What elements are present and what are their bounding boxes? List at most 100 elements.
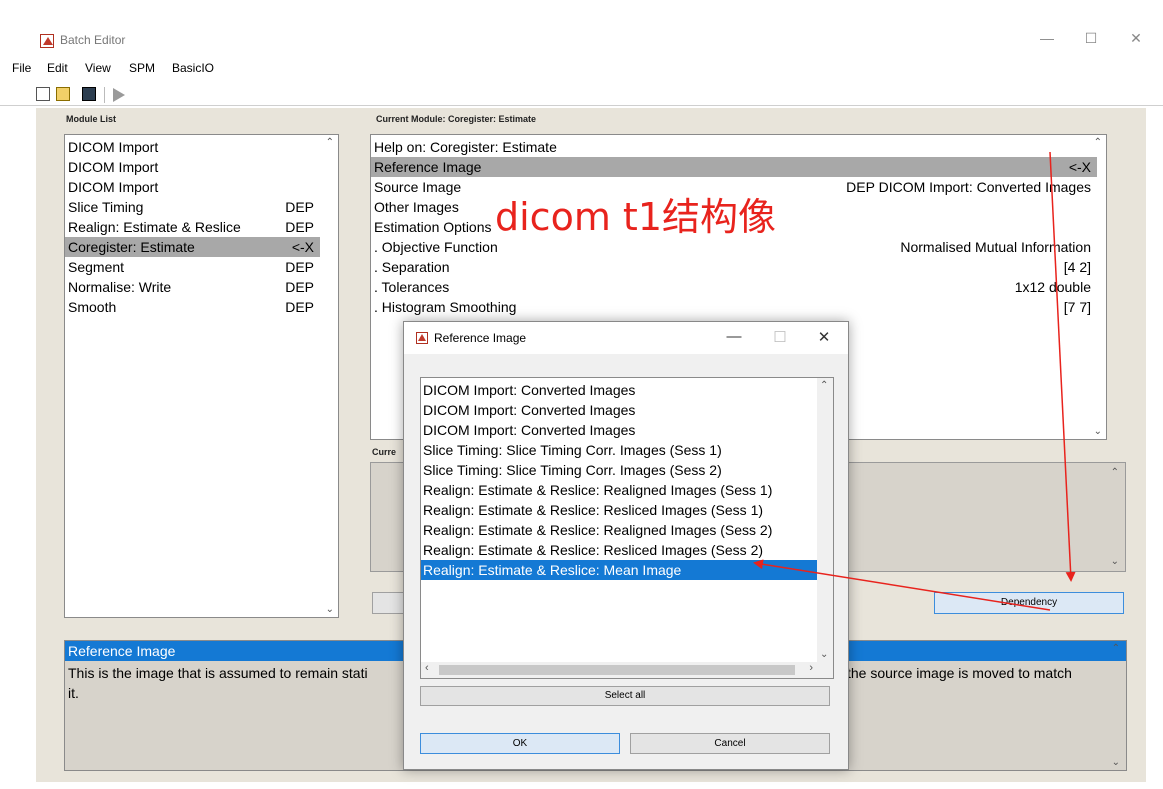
dependency-button[interactable]: Dependency (934, 592, 1124, 614)
module-field-row[interactable]: Help on: Coregister: Estimate (371, 137, 1097, 157)
module-item[interactable]: DICOM Import (65, 157, 320, 177)
dependency-item[interactable]: Slice Timing: Slice Timing Corr. Images … (421, 440, 819, 460)
menu-file[interactable]: File (12, 61, 31, 75)
module-name: Coregister: Estimate (68, 239, 195, 255)
scroll-right-icon[interactable]: › (809, 662, 813, 674)
select-all-button[interactable]: Select all (420, 686, 830, 706)
field-value: Normalised Mutual Information (900, 239, 1091, 255)
module-name: DICOM Import (68, 159, 159, 175)
module-status: DEP (285, 199, 314, 215)
scroll-up-icon[interactable]: ⌃ (1111, 467, 1119, 478)
module-status: DEP (285, 259, 314, 275)
scroll-down-icon[interactable]: ⌄ (1112, 757, 1120, 768)
scroll-up-icon[interactable]: ⌃ (326, 137, 334, 148)
module-item[interactable]: Normalise: Write DEP (65, 277, 320, 297)
module-name: Realign: Estimate & Reslice (68, 219, 241, 235)
module-item[interactable]: Slice Timing DEP (65, 197, 320, 217)
module-status: <-X (291, 239, 314, 255)
vertical-scrollbar[interactable]: ⌃ ⌄ (817, 378, 833, 662)
scroll-down-icon[interactable]: ⌄ (1094, 426, 1102, 437)
field-value: <-X (1068, 159, 1091, 175)
field-name: . Separation (374, 259, 450, 275)
dependency-item[interactable]: DICOM Import: Converted Images (421, 380, 819, 400)
module-item[interactable]: DICOM Import (65, 177, 320, 197)
menu-edit[interactable]: Edit (47, 61, 68, 75)
field-value: [7 7] (1063, 299, 1091, 315)
toolbar (0, 84, 1163, 106)
menu-bar: File Edit View SPM BasicIO (0, 60, 1163, 78)
module-item[interactable]: Smooth DEP (65, 297, 320, 317)
menu-basicio[interactable]: BasicIO (172, 61, 214, 75)
matlab-icon (40, 34, 54, 48)
annotation-text: dicom t1结构像 (495, 195, 776, 239)
menu-view[interactable]: View (85, 61, 111, 75)
ok-button[interactable]: OK (420, 733, 620, 754)
scroll-down-icon[interactable]: ⌄ (820, 649, 828, 660)
module-item[interactable]: DICOM Import (65, 137, 320, 157)
help-text-right: the source image is moved to match (847, 665, 1072, 681)
scroll-down-icon[interactable]: ⌄ (326, 604, 334, 615)
dependency-item[interactable]: Realign: Estimate & Reslice: Resliced Im… (421, 500, 819, 520)
maximize-button[interactable]: ☐ (1081, 30, 1101, 47)
field-value: [4 2] (1063, 259, 1091, 275)
reference-image-dialog: Reference Image — ☐ ✕ DICOM Import: Conv… (403, 321, 849, 770)
module-field-row[interactable]: . Separation [4 2] (371, 257, 1097, 277)
cancel-button[interactable]: Cancel (630, 733, 830, 754)
window-title: Batch Editor (60, 33, 126, 47)
close-button[interactable]: ✕ (814, 328, 834, 346)
field-name: . Objective Function (374, 239, 498, 255)
module-field-row[interactable]: . Histogram Smoothing [7 7] (371, 297, 1097, 317)
field-name: Help on: Coregister: Estimate (374, 139, 557, 155)
dialog-title: Reference Image (434, 331, 527, 345)
scroll-down-icon[interactable]: ⌄ (1111, 556, 1119, 567)
current-item-label: Curre (372, 447, 397, 457)
scroll-up-icon[interactable]: ⌃ (1094, 137, 1102, 148)
module-name: Smooth (68, 299, 117, 315)
window-titlebar: Batch Editor — ☐ ✕ (0, 0, 1163, 56)
run-icon[interactable] (113, 88, 125, 102)
module-status: DEP (285, 299, 314, 315)
field-name: Other Images (374, 199, 459, 215)
module-status: DEP (285, 279, 314, 295)
module-name: DICOM Import (68, 139, 159, 155)
dependency-item[interactable]: DICOM Import: Converted Images (421, 400, 819, 420)
current-module-label: Current Module: Coregister: Estimate (376, 114, 537, 124)
horizontal-scrollbar[interactable]: ‹ › (421, 662, 833, 678)
scrollbar-thumb[interactable] (439, 665, 795, 675)
scroll-up-icon[interactable]: ⌃ (820, 380, 828, 391)
dialog-titlebar: Reference Image — ☐ ✕ (404, 322, 848, 354)
dependency-item[interactable]: Slice Timing: Slice Timing Corr. Images … (421, 460, 819, 480)
module-field-row-selected[interactable]: Reference Image <-X (371, 157, 1097, 177)
module-list-label: Module List (66, 114, 116, 124)
module-item[interactable]: Segment DEP (65, 257, 320, 277)
minimize-button[interactable]: — (1037, 30, 1057, 46)
open-folder-icon[interactable] (56, 87, 70, 101)
new-file-icon[interactable] (36, 87, 50, 101)
scroll-left-icon[interactable]: ‹ (425, 662, 429, 674)
field-name: Estimation Options (374, 219, 492, 235)
module-field-row[interactable]: . Tolerances 1x12 double (371, 277, 1097, 297)
module-name: Slice Timing (68, 199, 144, 215)
module-status: DEP (285, 219, 314, 235)
field-value: 1x12 double (1014, 279, 1091, 295)
module-name: Normalise: Write (68, 279, 172, 295)
dependency-list[interactable]: DICOM Import: Converted Images DICOM Imp… (420, 377, 834, 679)
dependency-item[interactable]: DICOM Import: Converted Images (421, 420, 819, 440)
module-name: DICOM Import (68, 179, 159, 195)
dependency-item[interactable]: Realign: Estimate & Reslice: Realigned I… (421, 480, 819, 500)
scroll-up-icon[interactable]: ⌃ (1112, 643, 1120, 654)
maximize-button[interactable]: ☐ (770, 328, 790, 346)
minimize-button[interactable]: — (724, 328, 744, 345)
module-item-selected[interactable]: Coregister: Estimate <-X (65, 237, 320, 257)
close-button[interactable]: ✕ (1126, 30, 1146, 47)
module-list[interactable]: DICOM Import DICOM Import DICOM Import S… (64, 134, 339, 618)
dependency-item-selected[interactable]: Realign: Estimate & Reslice: Mean Image (421, 560, 819, 580)
module-item[interactable]: Realign: Estimate & Reslice DEP (65, 217, 320, 237)
menu-spm[interactable]: SPM (129, 61, 155, 75)
field-value: DEP DICOM Import: Converted Images (846, 179, 1091, 195)
dependency-item[interactable]: Realign: Estimate & Reslice: Resliced Im… (421, 540, 819, 560)
field-name: . Tolerances (374, 279, 450, 295)
save-icon[interactable] (82, 87, 96, 101)
module-name: Segment (68, 259, 125, 275)
dependency-item[interactable]: Realign: Estimate & Reslice: Realigned I… (421, 520, 819, 540)
